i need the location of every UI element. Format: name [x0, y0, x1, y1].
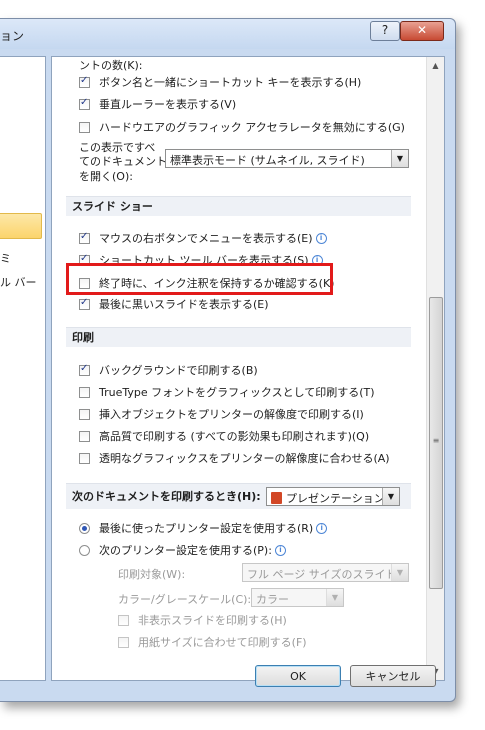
option-show-vertical-ruler[interactable]: 垂直ルーラーを表示する(V): [79, 95, 236, 113]
option-scale-to-fit[interactable]: 用紙サイズに合わせて印刷する(F): [118, 633, 307, 651]
radio-use-following-settings[interactable]: 次のプリンター設定を使用する(P): i: [79, 541, 286, 559]
option-align-transparent[interactable]: 透明なグラフィックスをプリンターの解像度に合わせる(A): [79, 449, 390, 467]
option-high-quality[interactable]: 高品質で印刷する (すべての影効果も印刷されます)(Q): [79, 427, 369, 445]
section-title: 次のドキュメントを印刷するとき(H):: [72, 490, 261, 503]
section-header-slideshow: スライド ショー: [66, 196, 411, 216]
scroll-up-arrow-icon[interactable]: ▲: [427, 57, 444, 74]
info-icon: i: [316, 522, 328, 534]
radio-use-last-printer-settings[interactable]: 最後に使ったプリンター設定を使用する(R) i: [79, 519, 328, 537]
option-disable-hw-acceleration[interactable]: ハードウエアのグラフィック アクセラレータを無効にする(G): [79, 118, 405, 136]
option-label: 次のプリンター設定を使用する(P):: [99, 544, 272, 557]
option-label: ハードウエアのグラフィック アクセラレータを無効にする(G): [99, 121, 405, 134]
select-value: フル ページ サイズのスライド: [247, 568, 397, 581]
checkbox[interactable]: [79, 297, 90, 310]
checkbox[interactable]: [79, 386, 90, 398]
color-grayscale-select[interactable]: カラー ▼: [251, 588, 344, 607]
options-scroll-area: ントの数(K): ボタン名と一緒にショートカット キーを表示する(H) 垂直ルー…: [51, 56, 445, 681]
chevron-down-icon[interactable]: ▼: [326, 589, 343, 606]
option-label: ントの数(K):: [79, 59, 143, 72]
print-what-label: 印刷対象(W):: [118, 568, 186, 581]
option-label: バックグラウンドで印刷する(B): [99, 364, 258, 377]
info-icon: i: [274, 544, 286, 556]
scrollbar-thumb[interactable]: ≡: [429, 297, 443, 589]
help-button[interactable]: ?: [370, 21, 400, 41]
window-title: ョン: [0, 29, 25, 43]
color-grayscale-label: カラー/グレースケール(C):: [118, 593, 252, 606]
checkbox[interactable]: [118, 636, 129, 648]
print-document-select[interactable]: プレゼンテーション1 ▼: [266, 487, 400, 506]
option-print-inserted-objects[interactable]: 挿入オブジェクトをプリンターの解像度で印刷する(I): [79, 405, 364, 423]
option-label: 挿入オブジェクトをプリンターの解像度で印刷する(I): [99, 408, 364, 421]
chevron-down-icon[interactable]: ▼: [391, 564, 408, 581]
checkbox[interactable]: [118, 614, 129, 626]
ok-button[interactable]: OK: [255, 665, 341, 687]
select-value: 標準表示モード (サムネイル, スライド): [170, 154, 365, 167]
select-value: カラー: [256, 593, 289, 606]
checkbox[interactable]: [79, 363, 90, 376]
option-end-with-black-slide[interactable]: 最後に黒いスライドを表示する(E): [79, 295, 269, 313]
option-right-click-menu[interactable]: マウスの右ボタンでメニューを表示する(E) i: [79, 229, 327, 247]
checkbox[interactable]: [79, 121, 90, 133]
grip-icon: ≡: [432, 436, 440, 445]
powerpoint-file-icon: [271, 492, 282, 504]
view-setting-label-line2: てのドキュメント: [79, 155, 167, 168]
option-label: ボタン名と一緒にショートカット キーを表示する(H): [99, 76, 362, 89]
chevron-down-icon[interactable]: ▼: [382, 488, 399, 505]
option-label: 最後に黒いスライドを表示する(E): [99, 298, 269, 311]
nav-item-advanced-selected[interactable]: [0, 213, 42, 239]
option-label: 非表示スライドを印刷する(H): [138, 614, 287, 627]
option-label: TrueType フォントをグラフィックスとして印刷する(T): [99, 386, 375, 399]
radio-button[interactable]: [79, 544, 90, 556]
vertical-scrollbar[interactable]: ▲ ≡ ▼: [426, 57, 444, 680]
select-value-wrap: プレゼンテーション1: [271, 490, 392, 506]
nav-item-partial[interactable]: ミ: [0, 250, 11, 266]
print-what-select[interactable]: フル ページ サイズのスライド ▼: [242, 563, 409, 582]
option-partial-recent-count: ントの数(K):: [79, 57, 143, 74]
option-label: 用紙サイズに合わせて印刷する(F): [138, 636, 307, 649]
nav-item-quick-access-toolbar[interactable]: ル バー: [0, 274, 37, 290]
checkbox[interactable]: [79, 97, 90, 110]
option-label: 透明なグラフィックスをプリンターの解像度に合わせる(A): [99, 452, 390, 465]
option-label: 垂直ルーラーを表示する(V): [99, 98, 237, 111]
checkbox[interactable]: [79, 75, 90, 88]
checkbox[interactable]: [79, 452, 90, 464]
radio-button[interactable]: [79, 522, 90, 534]
open-view-select[interactable]: 標準表示モード (サムネイル, スライド) ▼: [165, 149, 409, 168]
option-label: 高品質で印刷する (すべての影効果も印刷されます)(Q): [99, 430, 370, 443]
view-setting-label-line3: を開く(O):: [79, 170, 133, 183]
close-button[interactable]: ✕: [400, 21, 444, 41]
select-value: プレゼンテーション1: [286, 492, 392, 505]
option-print-truetype-graphics[interactable]: TrueType フォントをグラフィックスとして印刷する(T): [79, 383, 375, 401]
option-label: 最後に使ったプリンター設定を使用する(R): [99, 522, 314, 535]
option-label: マウスの右ボタンでメニューを表示する(E): [99, 232, 313, 245]
info-icon: i: [315, 232, 327, 244]
option-print-hidden-slides[interactable]: 非表示スライドを印刷する(H): [118, 611, 287, 629]
checkbox[interactable]: [79, 430, 90, 442]
highlight-annotation-box: [66, 263, 333, 295]
checkbox[interactable]: [79, 231, 90, 244]
title-bar[interactable]: ョン ? ✕: [0, 19, 455, 49]
powerpoint-options-dialog: ョン ? ✕ ミ ル バー ントの数(K): ボタン名と一緒にショートカット キ…: [0, 18, 456, 702]
cancel-button[interactable]: キャンセル: [350, 665, 436, 687]
section-header-print: 印刷: [66, 327, 411, 347]
checkbox[interactable]: [79, 408, 90, 420]
option-show-shortcut-keys[interactable]: ボタン名と一緒にショートカット キーを表示する(H): [79, 73, 361, 91]
chevron-down-icon[interactable]: ▼: [391, 150, 408, 167]
left-navigation-pane: ミ ル バー: [0, 56, 46, 681]
option-print-background[interactable]: バックグラウンドで印刷する(B): [79, 361, 258, 379]
